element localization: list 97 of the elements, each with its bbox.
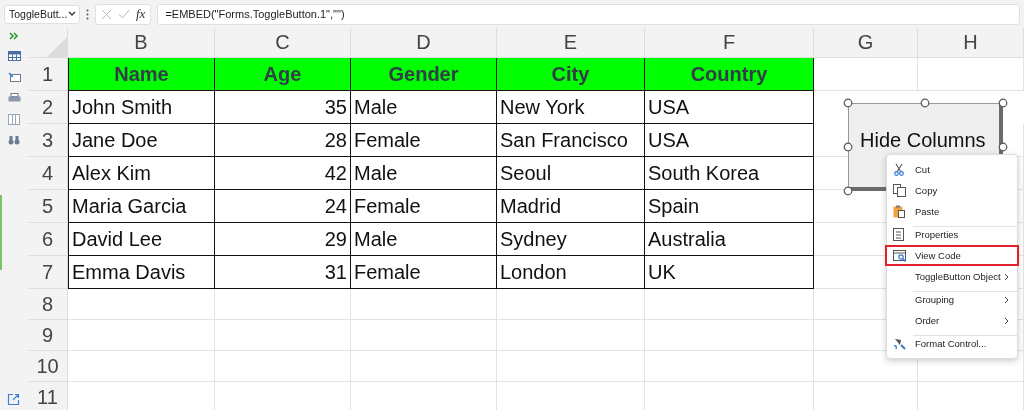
row-header[interactable]: 2 (28, 91, 68, 124)
clipboard-icon (893, 205, 905, 218)
table-cell: UK (648, 260, 676, 284)
column-header[interactable]: E (497, 28, 645, 58)
column-header[interactable]: D (351, 28, 497, 58)
table-cell: South Korea (648, 161, 760, 185)
menu-item[interactable]: Paste (885, 201, 1019, 222)
table-cell: 24 (324, 194, 347, 218)
table-cell: Maria Garcia (72, 194, 187, 218)
paintbrush-icon (893, 337, 907, 350)
empty-cell[interactable] (215, 351, 351, 382)
column-header[interactable]: B (68, 28, 215, 58)
table-cell: 29 (324, 227, 347, 251)
menu-item[interactable]: View Code (885, 245, 1019, 266)
printer-icon[interactable] (7, 93, 21, 103)
table-cell: Female (354, 194, 421, 218)
table-cell: 28 (324, 128, 347, 152)
empty-cell[interactable] (645, 351, 814, 382)
table-cell: 35 (324, 95, 347, 119)
table-cell: David Lee (72, 227, 163, 251)
column-heading: Name (114, 62, 169, 86)
column-heading: Age (263, 62, 302, 86)
empty-cell[interactable] (497, 320, 645, 351)
name-box[interactable]: ToggleButt... (4, 4, 80, 24)
row-header[interactable]: 11 (28, 382, 68, 410)
row-header[interactable]: 8 (28, 289, 68, 320)
table-cell: Male (354, 227, 398, 251)
empty-cell[interactable] (351, 289, 497, 320)
resize-handle[interactable] (998, 142, 1008, 152)
table-cell: Alex Kim (72, 161, 151, 185)
empty-cell[interactable] (497, 289, 645, 320)
empty-cell[interactable] (351, 351, 497, 382)
row-header[interactable]: 1 (28, 58, 68, 91)
column-heading: Country (690, 62, 768, 86)
binoculars-icon[interactable] (8, 136, 20, 145)
menu-item[interactable]: Order (885, 310, 1019, 331)
table-cell: Female (354, 128, 421, 152)
column-header[interactable]: F (645, 28, 814, 58)
table-cell: 42 (324, 161, 347, 185)
row-header[interactable]: 7 (28, 256, 68, 289)
table-cell: Jane Doe (72, 128, 158, 152)
form-icon[interactable] (7, 72, 21, 82)
resize-handle[interactable] (843, 186, 853, 196)
empty-cell[interactable] (497, 351, 645, 382)
more-options-icon[interactable] (86, 8, 89, 20)
columns-icon[interactable] (8, 114, 20, 125)
row-header[interactable]: 6 (28, 223, 68, 256)
copy-icon (893, 184, 906, 197)
table-cell: New York (500, 95, 585, 119)
table-cell: San Francisco (500, 128, 628, 152)
table-cell: USA (648, 128, 690, 152)
row-header[interactable]: 3 (28, 124, 68, 157)
table-cell: Sydney (500, 227, 567, 251)
expand-icon[interactable] (9, 32, 19, 40)
column-header[interactable]: G (814, 28, 918, 58)
row-header[interactable]: 4 (28, 157, 68, 190)
table-cell: Australia (648, 227, 726, 251)
empty-cell[interactable] (645, 289, 814, 320)
table-cell: Female (354, 260, 421, 284)
check-icon[interactable] (118, 9, 130, 19)
empty-cell[interactable] (351, 320, 497, 351)
formula-field[interactable]: =EMBED("Forms.ToggleButton.1","") (157, 3, 1020, 25)
table-cell: USA (648, 95, 690, 119)
table-cell: John Smith (72, 95, 173, 119)
cancel-icon[interactable] (101, 8, 112, 20)
table-cell: Male (354, 95, 398, 119)
empty-cell[interactable] (215, 289, 351, 320)
resize-handle[interactable] (843, 98, 853, 108)
resize-handle[interactable] (843, 142, 853, 152)
table-cell: Male (354, 161, 398, 185)
external-link-icon[interactable] (7, 393, 20, 406)
table-cell: Spain (648, 194, 700, 218)
table-cell: 31 (324, 260, 347, 284)
empty-cell[interactable] (645, 320, 814, 351)
dropdown-caret-icon[interactable] (68, 11, 76, 17)
resize-handle[interactable] (998, 98, 1008, 108)
column-header[interactable]: C (215, 28, 351, 58)
scissors-icon (893, 163, 905, 176)
column-heading: City (551, 62, 590, 86)
row-header[interactable]: 10 (28, 351, 68, 382)
triangle-icon (47, 37, 67, 57)
code-window-icon (893, 249, 907, 262)
row-header[interactable]: 9 (28, 320, 68, 351)
table-cell: Seoul (500, 161, 552, 185)
menu-item[interactable]: ToggleButton Object (885, 266, 1019, 287)
empty-cell[interactable] (918, 58, 1024, 91)
table-icon[interactable] (7, 51, 21, 61)
column-heading: Gender (388, 62, 459, 86)
table-cell: London (500, 260, 567, 284)
resize-handle[interactable] (920, 98, 930, 108)
empty-cell[interactable] (215, 320, 351, 351)
properties-icon (893, 228, 904, 241)
row-header[interactable]: 5 (28, 190, 68, 223)
table-cell: Emma Davis (72, 260, 186, 284)
table-cell: Madrid (500, 194, 562, 218)
column-header[interactable]: H (918, 28, 1024, 58)
insert-function-button[interactable]: fx (136, 6, 146, 22)
